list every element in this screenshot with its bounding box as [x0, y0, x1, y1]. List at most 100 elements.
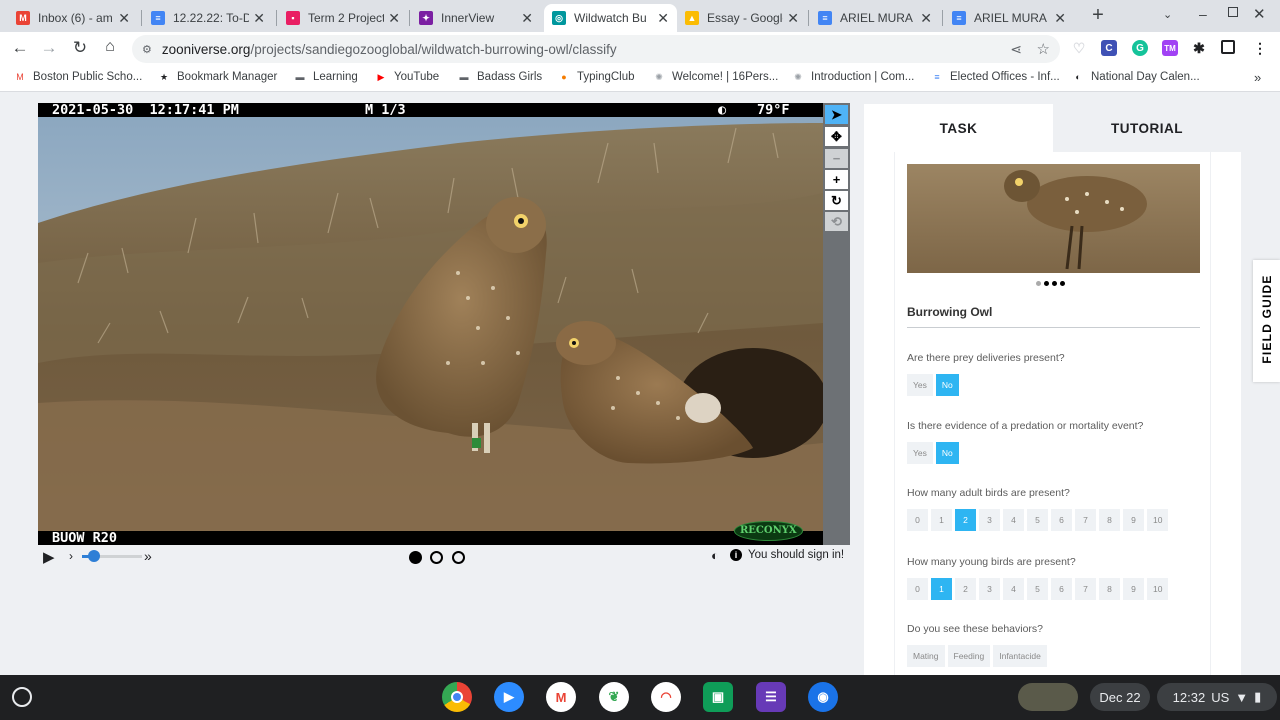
carousel-dot-1[interactable] — [1036, 281, 1041, 286]
minimize-button[interactable]: – — [1199, 6, 1207, 22]
invert-icon[interactable]: ◐ — [711, 548, 719, 563]
close-tab-icon[interactable]: ✕ — [521, 10, 533, 27]
speed-slider-handle[interactable] — [88, 550, 100, 562]
carousel-dot-3[interactable] — [1052, 281, 1057, 286]
bookmark-10[interactable]: ◐ National Day Calen... — [1072, 71, 1199, 83]
close-tab-icon[interactable]: ✕ — [1054, 10, 1066, 27]
close-tab-icon[interactable]: ✕ — [657, 10, 669, 27]
adults-10-button[interactable]: 10 — [1147, 509, 1169, 531]
adults-1-button[interactable]: 1 — [931, 509, 952, 531]
adults-0-button[interactable]: 0 — [907, 509, 928, 531]
info-icon[interactable]: i — [730, 549, 742, 561]
home-button[interactable]: ⌂ — [99, 38, 121, 56]
side-panel-icon[interactable] — [1221, 40, 1235, 54]
young-4-button[interactable]: 4 — [1003, 578, 1024, 600]
adults-7-button[interactable]: 7 — [1075, 509, 1096, 531]
tab-6[interactable]: ▲ Essay - Google ✕ — [677, 4, 807, 32]
forward-button[interactable]: → — [38, 38, 60, 58]
frame-dot-3[interactable] — [452, 551, 465, 564]
share-icon[interactable]: ⋖ — [1010, 41, 1022, 58]
young-6-button[interactable]: 6 — [1051, 578, 1072, 600]
young-2-button[interactable]: 2 — [955, 578, 976, 600]
close-tab-icon[interactable]: ✕ — [920, 10, 932, 27]
young-1-button[interactable]: 1 — [931, 578, 952, 600]
shelf-date[interactable]: Dec 22 — [1090, 683, 1150, 711]
young-0-button[interactable]: 0 — [907, 578, 928, 600]
tab-task[interactable]: TASK — [864, 104, 1053, 152]
behavior-feeding-button[interactable]: Feeding — [947, 645, 991, 667]
behavior-infantacide-button[interactable]: Infantacide — [993, 645, 1047, 667]
pointer-tool-icon[interactable]: ➤ — [825, 105, 848, 124]
species-example-image[interactable] — [907, 164, 1200, 273]
bookmark-3[interactable]: ▬ Learning — [294, 71, 358, 83]
launcher-button[interactable] — [12, 687, 32, 707]
sign-in-notice[interactable]: You should sign in! — [748, 549, 844, 561]
close-tab-icon[interactable]: ✕ — [253, 10, 265, 27]
classroom-app-icon[interactable]: ▣ — [703, 682, 733, 712]
chrome-app-icon[interactable] — [442, 682, 472, 712]
close-tab-icon[interactable]: ✕ — [388, 10, 400, 27]
heart-extension-icon[interactable]: ♡ — [1071, 40, 1087, 56]
field-guide-tab[interactable]: FIELD GUIDE — [1253, 260, 1280, 382]
forms-app-icon[interactable]: ☰ — [756, 682, 786, 712]
prey-yes-button[interactable]: Yes — [907, 374, 933, 396]
frame-dot-2[interactable] — [430, 551, 443, 564]
bookmark-4[interactable]: ▶ YouTube — [375, 71, 440, 83]
bookmark-1[interactable]: M Boston Public Scho... — [14, 71, 142, 83]
close-tab-icon[interactable]: ✕ — [118, 10, 130, 27]
tab-7[interactable]: ≡ ARIEL MURA - ✕ — [810, 4, 940, 32]
adults-5-button[interactable]: 5 — [1027, 509, 1048, 531]
carousel-dot-2[interactable] — [1044, 281, 1049, 286]
leaf-app-icon[interactable]: ❦ — [599, 682, 629, 712]
bookmark-6[interactable]: ● TypingClub — [558, 71, 634, 83]
reload-button[interactable]: ↻ — [69, 38, 91, 58]
extension-puzzle-purple-icon[interactable]: TM — [1162, 40, 1178, 56]
extensions-icon[interactable]: ✱ — [1191, 40, 1207, 56]
tab-5[interactable]: ◎ Wildwatch Bu ✕ — [544, 4, 677, 32]
back-button[interactable]: ← — [9, 38, 31, 58]
young-9-button[interactable]: 9 — [1123, 578, 1144, 600]
speed-slider[interactable] — [82, 550, 142, 562]
young-8-button[interactable]: 8 — [1099, 578, 1120, 600]
frame-dot-1[interactable] — [409, 551, 422, 564]
tab-2[interactable]: ≡ 12.22.22: To-D ✕ — [143, 4, 273, 32]
close-tab-icon[interactable]: ✕ — [787, 10, 799, 27]
zoom-app-icon[interactable]: ▶ — [494, 682, 524, 712]
grammarly-icon[interactable]: G — [1132, 40, 1148, 56]
rainbow-app-icon[interactable]: ◠ — [651, 682, 681, 712]
young-3-button[interactable]: 3 — [979, 578, 1000, 600]
tab-tutorial[interactable]: TUTORIAL — [1053, 104, 1241, 152]
more-bookmarks-icon[interactable]: » — [1254, 70, 1261, 85]
new-tab-button[interactable]: + — [1088, 4, 1108, 27]
bookmark-2[interactable]: ★ Bookmark Manager — [158, 71, 277, 83]
adults-4-button[interactable]: 4 — [1003, 509, 1024, 531]
pan-tool-icon[interactable]: ✥ — [825, 127, 848, 146]
tab-3[interactable]: ▪ Term 2 Project ✕ — [278, 4, 408, 32]
menu-icon[interactable]: ⋮ — [1252, 40, 1268, 56]
young-10-button[interactable]: 10 — [1147, 578, 1169, 600]
camera-trap-image[interactable] — [38, 103, 823, 545]
bookmark-star-icon[interactable]: ☆ — [1037, 40, 1050, 58]
zoom-in-icon[interactable]: + — [825, 170, 848, 189]
adults-6-button[interactable]: 6 — [1051, 509, 1072, 531]
step-back-icon[interactable]: › — [69, 549, 73, 563]
bookmark-8[interactable]: ✺ Introduction | Com... — [792, 71, 914, 83]
predation-no-button[interactable]: No — [935, 442, 959, 464]
close-window-button[interactable]: ✕ — [1253, 5, 1266, 23]
tab-4[interactable]: ✦ InnerView ✕ — [411, 4, 541, 32]
camera-app-icon[interactable]: ◉ — [808, 682, 838, 712]
behavior-mating-button[interactable]: Mating — [907, 645, 945, 667]
holding-space-thumbnails[interactable] — [1018, 683, 1078, 711]
rotate-icon[interactable]: ↻ — [825, 191, 848, 210]
adults-2-button[interactable]: 2 — [955, 509, 976, 531]
bookmark-7[interactable]: ✺ Welcome! | 16Pers... — [653, 71, 778, 83]
gmail-app-icon[interactable]: M — [546, 682, 576, 712]
fast-forward-icon[interactable]: » — [144, 548, 152, 564]
reset-icon[interactable]: ⟲ — [825, 212, 848, 231]
c-extension-icon[interactable]: C — [1101, 40, 1117, 56]
predation-yes-button[interactable]: Yes — [907, 442, 933, 464]
panel-scrollbar[interactable] — [1241, 104, 1247, 675]
prey-no-button[interactable]: No — [935, 374, 959, 396]
tab-8[interactable]: ≡ ARIEL MURA - ✕ — [944, 4, 1074, 32]
carousel-dot-4[interactable] — [1060, 281, 1065, 286]
